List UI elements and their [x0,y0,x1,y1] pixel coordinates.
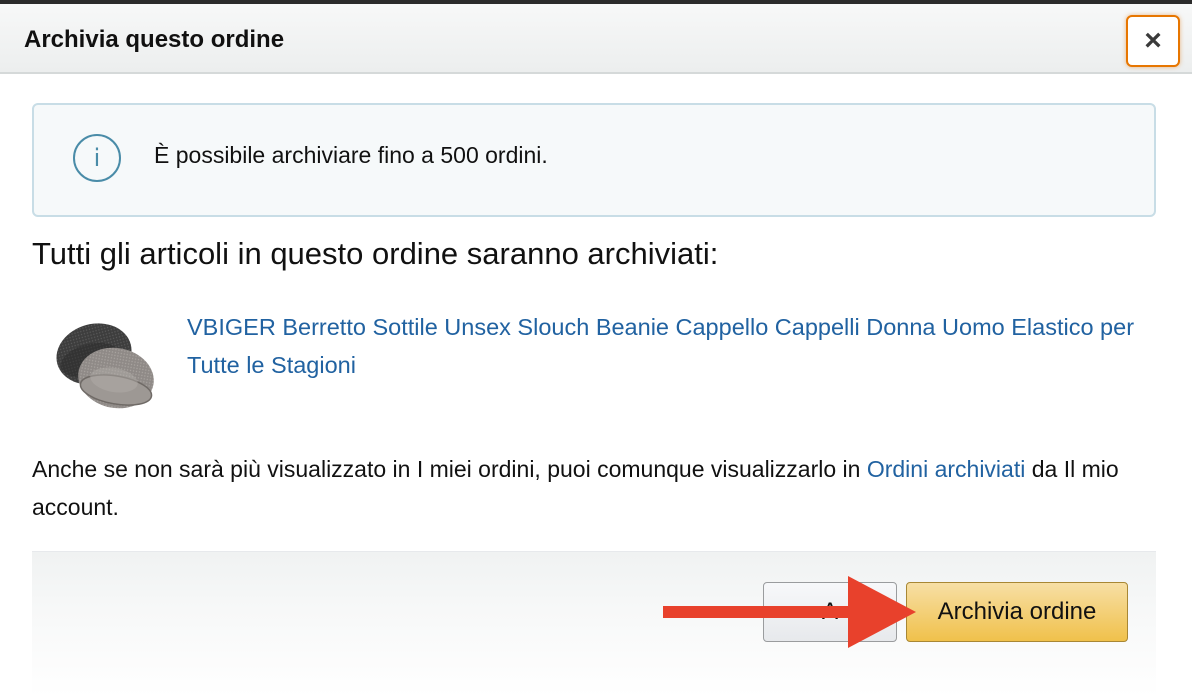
close-button[interactable]: × [1126,15,1180,67]
product-image[interactable] [50,316,160,416]
close-icon: × [1144,24,1162,57]
archive-heading: Tutti gli articoli in questo ordine sara… [32,236,719,271]
info-alert: i È possibile archiviare fino a 500 ordi… [32,103,1156,217]
info-icon: i [73,134,121,182]
cancel-button[interactable]: A [763,582,897,642]
modal-header: Archivia questo ordine × [0,4,1192,74]
archive-note-text: Anche se non sarà più visualizzato in I … [32,456,867,482]
archived-orders-link[interactable]: Ordini archiviati [867,456,1026,482]
modal-title: Archivia questo ordine [24,26,285,53]
info-alert-text: È possibile archiviare fino a 500 ordini… [154,142,548,168]
archive-order-button-label: Archivia ordine [937,598,1097,625]
product-title-link[interactable]: VBIGER Berretto Sottile Unsex Slouch Bea… [187,308,1147,384]
archive-note: Anche se non sarà più visualizzato in I … [32,450,1152,526]
info-icon-glyph: i [93,144,101,172]
archive-order-button[interactable]: Archivia ordine [906,582,1128,642]
cancel-button-label: A [821,598,838,625]
